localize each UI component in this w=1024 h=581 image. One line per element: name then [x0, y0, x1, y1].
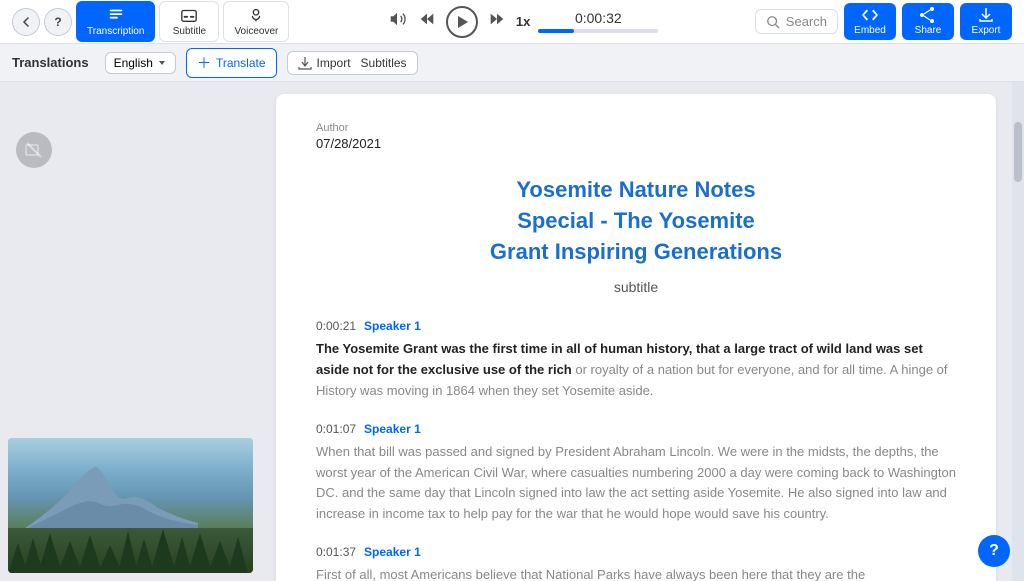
back-button[interactable]: [12, 8, 40, 36]
speaker-3: Speaker 1: [364, 545, 421, 559]
translate-button[interactable]: ＋ Translate: [186, 48, 277, 78]
timestamp-display: 0:00:32: [575, 10, 622, 26]
document-card: Author 07/28/2021 Yosemite Nature Notes …: [276, 94, 996, 581]
transcript-header-2: 0:01:07 Speaker 1: [316, 422, 956, 436]
trees-svg: [8, 523, 253, 573]
translations-label: Translations: [12, 55, 89, 70]
progress-bar[interactable]: [538, 29, 658, 33]
export-button[interactable]: Export: [960, 3, 1012, 40]
transcription-button[interactable]: Transcription: [76, 1, 155, 42]
transcript-text-1: The Yosemite Grant was the first time in…: [316, 339, 956, 401]
video-thumbnail: [8, 438, 253, 573]
share-button[interactable]: Share: [902, 3, 954, 40]
search-box[interactable]: Search: [755, 9, 838, 34]
voiceover-button[interactable]: Voiceover: [223, 1, 289, 42]
main-area: Author 07/28/2021 Yosemite Nature Notes …: [0, 82, 1024, 581]
audio-controls: 1x 0:00:32: [386, 6, 658, 38]
scrollbar-area: [1012, 82, 1024, 581]
timestamp-3: 0:01:37: [316, 545, 356, 559]
forward-button[interactable]: [486, 8, 508, 35]
import-subtitles-button[interactable]: Import Subtitles: [287, 51, 418, 75]
import-icon: [298, 56, 312, 70]
play-button[interactable]: [446, 6, 478, 38]
mountain-svg: [18, 453, 198, 533]
subtitle-button[interactable]: Subtitle: [159, 1, 219, 42]
speaker-1: Speaker 1: [364, 319, 421, 333]
meta-label: Author: [316, 122, 956, 134]
doc-subtitle: subtitle: [316, 279, 956, 295]
help-button[interactable]: ?: [978, 535, 1010, 567]
transcript-header-1: 0:00:21 Speaker 1: [316, 319, 956, 333]
doc-title: Yosemite Nature Notes Special - The Yose…: [316, 175, 956, 267]
toolbar-left: ? Transcription Subtitle Voiceover: [12, 1, 289, 42]
scrollbar-thumb[interactable]: [1014, 122, 1022, 182]
search-label: Search: [786, 14, 827, 29]
left-sidebar: [0, 82, 260, 581]
timestamp-1: 0:00:21: [316, 319, 356, 333]
sub-toolbar: Translations English ＋ Translate Import …: [0, 44, 1024, 82]
timestamp-2: 0:01:07: [316, 422, 356, 436]
chevron-down-icon: [157, 58, 167, 68]
speaker-2: Speaker 1: [364, 422, 421, 436]
transcript-text-2: When that bill was passed and signed by …: [316, 442, 956, 525]
meta-date: 07/28/2021: [316, 136, 956, 151]
transcript-header-3: 0:01:37 Speaker 1: [316, 545, 956, 559]
toolbar-right: Search Embed Share Export: [755, 3, 1012, 40]
doc-meta: Author 07/28/2021: [316, 122, 956, 151]
transcript-block-2: 0:01:07 Speaker 1 When that bill was pas…: [316, 422, 956, 525]
content-panel[interactable]: Author 07/28/2021 Yosemite Nature Notes …: [260, 82, 1012, 581]
top-toolbar: ? Transcription Subtitle Voiceover: [0, 0, 1024, 44]
transcript-block-1: 0:00:21 Speaker 1 The Yosemite Grant was…: [316, 319, 956, 401]
plus-icon: ＋: [197, 53, 211, 73]
speed-button[interactable]: 1x: [516, 14, 530, 29]
progress-fill: [538, 29, 574, 33]
transcript-text-3: First of all, most Americans believe tha…: [316, 565, 956, 581]
help-nav-button[interactable]: ?: [44, 8, 72, 36]
transcript-block-3: 0:01:37 Speaker 1 First of all, most Ame…: [316, 545, 956, 581]
language-selector[interactable]: English: [105, 52, 176, 74]
toolbar-center: 1x 0:00:32: [297, 6, 746, 38]
rewind-button[interactable]: [416, 8, 438, 35]
volume-button[interactable]: [386, 8, 408, 35]
no-video-icon: [16, 132, 52, 168]
search-icon: [766, 15, 780, 29]
embed-button[interactable]: Embed: [844, 3, 896, 40]
